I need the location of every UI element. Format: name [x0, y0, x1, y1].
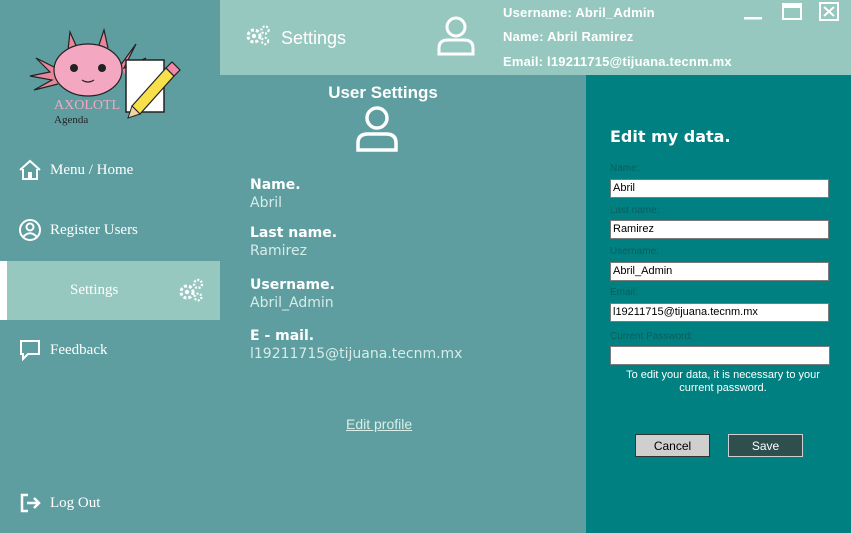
- gears-icon: [246, 25, 270, 46]
- last-name-input-label: Last name:: [610, 205, 660, 216]
- name-label: Name.: [250, 177, 301, 193]
- sidebar-item-label: Register Users: [50, 221, 138, 238]
- last-name-input[interactable]: Ramirez: [610, 220, 829, 239]
- password-hint: To edit your data, it is necessary to yo…: [626, 369, 820, 394]
- cancel-button[interactable]: Cancel: [635, 434, 710, 457]
- sidebar-item-label: Log Out: [50, 494, 101, 511]
- close-icon[interactable]: [818, 2, 840, 22]
- email-label: E - mail.: [250, 328, 315, 344]
- edit-profile-link[interactable]: Edit profile: [346, 416, 412, 432]
- sidebar-item-home[interactable]: Menu / Home: [0, 142, 220, 198]
- chat-bubble-icon: [20, 340, 40, 362]
- user-icon: [437, 16, 475, 56]
- email-input[interactable]: l19211715@tijuana.tecnm.mx: [610, 303, 829, 322]
- current-email: Email: l19211715@tijuana.tecnm.mx: [503, 54, 732, 69]
- sidebar-item-register-users[interactable]: Register Users: [0, 202, 220, 258]
- username-input-label: Username:: [610, 246, 659, 257]
- edit-panel-title: Edit my data.: [610, 127, 731, 146]
- last-name-label: Last name.: [250, 225, 338, 241]
- username-label: Username.: [250, 277, 335, 293]
- maximize-icon[interactable]: [781, 2, 803, 22]
- sidebar-item-feedback[interactable]: Feedback: [0, 322, 220, 378]
- last-name-value: Ramirez: [250, 243, 307, 259]
- logout-icon: [20, 493, 41, 513]
- current-username: Username: Abril_Admin: [503, 5, 655, 20]
- edit-data-panel: Edit my data. Name: Abril Last name: Ram…: [586, 75, 851, 533]
- section-title: User Settings: [328, 83, 438, 102]
- sidebar-item-label: Menu / Home: [50, 161, 134, 178]
- logo-subtitle: Agenda: [54, 114, 89, 126]
- gears-icon: [179, 278, 204, 302]
- name-value: Abril: [250, 195, 282, 211]
- sidebar-item-label: Feedback: [50, 341, 108, 358]
- email-value: l19211715@tijuana.tecnm.mx: [250, 346, 463, 362]
- user-icon: [356, 106, 398, 152]
- user-circle-icon: [19, 219, 41, 241]
- sidebar-item-label: Settings: [70, 282, 119, 298]
- header-bar: Settings Username: Abril_Admin Name: Abr…: [220, 0, 851, 75]
- name-input[interactable]: Abril: [610, 179, 829, 198]
- page-title: Settings: [281, 28, 347, 48]
- sidebar-item-settings[interactable]: Settings: [0, 261, 220, 320]
- email-input-label: Email:: [610, 287, 638, 298]
- username-value: Abril_Admin: [250, 295, 334, 311]
- current-password-input[interactable]: [610, 346, 830, 365]
- current-name: Name: Abril Ramirez: [503, 29, 634, 44]
- sidebar-item-logout[interactable]: Log Out: [0, 475, 220, 531]
- username-input[interactable]: Abril_Admin: [610, 262, 829, 281]
- home-icon: [19, 159, 41, 180]
- logo-title: AXOLOTL: [54, 98, 121, 113]
- sidebar: AXOLOTL Agenda Menu / Home Register User…: [0, 0, 220, 533]
- save-button[interactable]: Save: [728, 434, 803, 457]
- name-input-label: Name:: [610, 163, 640, 174]
- minimize-icon[interactable]: [742, 2, 764, 22]
- password-input-label: Current Password:: [610, 331, 693, 342]
